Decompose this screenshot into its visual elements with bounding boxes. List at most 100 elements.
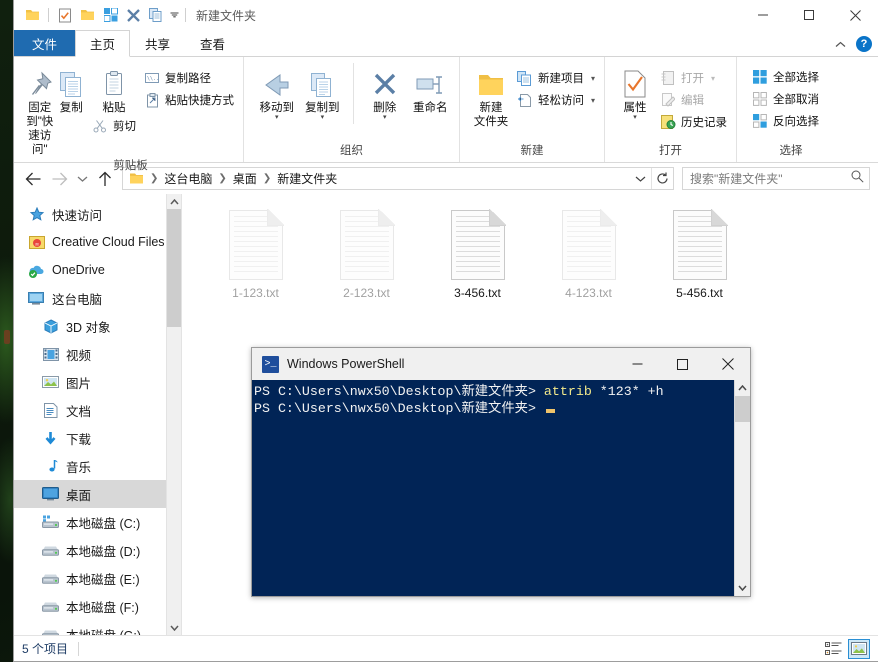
minimize-icon[interactable] xyxy=(740,0,786,30)
sidebar-item-drive-e[interactable]: 本地磁盘 (E:) xyxy=(14,564,181,592)
properties-icon[interactable] xyxy=(53,4,76,26)
sidebar-item-documents[interactable]: 文档 xyxy=(14,396,181,424)
chevron-down-icon[interactable]: ▾ xyxy=(591,96,595,105)
details-view-icon[interactable] xyxy=(822,639,844,659)
powershell-console[interactable]: PS C:\Users\nwx50\Desktop\新建文件夹> attrib … xyxy=(252,380,750,596)
desktop-icon xyxy=(42,486,59,503)
select-all-button[interactable]: 全部选择 xyxy=(749,66,822,88)
chevron-down-icon[interactable] xyxy=(168,4,181,26)
sidebar-item-desktop[interactable]: 桌面 xyxy=(14,480,181,508)
breadcrumb-separator[interactable]: ❯ xyxy=(257,173,277,184)
powershell-icon: >_ xyxy=(262,356,279,373)
scroll-up-arrow-icon[interactable] xyxy=(735,380,750,396)
delete-button[interactable]: 删除 ▾ xyxy=(362,61,408,142)
button-label: 剪切 xyxy=(113,118,136,134)
search-input[interactable]: 搜索"新建文件夹" xyxy=(690,170,851,187)
file-item[interactable]: 5-456.txt xyxy=(644,204,755,319)
sidebar-item-drive-f[interactable]: 本地磁盘 (F:) xyxy=(14,592,181,620)
scroll-down-arrow-icon[interactable] xyxy=(735,580,750,596)
sidebar-item-pictures[interactable]: 图片 xyxy=(14,368,181,396)
new-item-button[interactable]: 新建项目 ▾ xyxy=(514,67,598,89)
copy-icon[interactable] xyxy=(145,4,168,26)
powershell-scrollbar[interactable] xyxy=(734,380,750,596)
tab-share[interactable]: 共享 xyxy=(130,30,185,56)
select-all-icon[interactable] xyxy=(99,4,122,26)
prompt-line-1: PS C:\Users\nwx50\Desktop\新建文件夹> attrib … xyxy=(254,384,664,399)
delete-icon[interactable] xyxy=(122,4,145,26)
sidebar-item-drive-d[interactable]: 本地磁盘 (D:) xyxy=(14,536,181,564)
sidebar-item-quick-access[interactable]: 快速访问 xyxy=(14,200,181,228)
file-item[interactable]: 2-123.txt xyxy=(311,204,422,319)
breadcrumb-item-current[interactable]: 新建文件夹 xyxy=(277,170,337,187)
new-folder-icon[interactable] xyxy=(76,4,99,26)
new-folder-button[interactable]: 新建 文件夹 xyxy=(468,61,514,142)
scrollbar-thumb[interactable] xyxy=(735,396,750,422)
svg-text:\\..: \\.. xyxy=(147,76,159,82)
history-button[interactable]: 历史记录 xyxy=(657,111,730,133)
sidebar-item-3d-objects[interactable]: 3D 对象 xyxy=(14,312,181,340)
search-icon[interactable] xyxy=(851,170,864,188)
sidebar-item-this-pc[interactable]: 这台电脑 xyxy=(14,284,181,312)
open-button[interactable]: 打开 ▾ xyxy=(657,67,730,89)
sidebar-item-creative-cloud-files[interactable]: ∞ Creative Cloud Files xyxy=(14,228,181,256)
sidebar-item-videos[interactable]: 视频 xyxy=(14,340,181,368)
sidebar-item-music[interactable]: 音乐 xyxy=(14,452,181,480)
scroll-down-arrow-icon[interactable] xyxy=(167,620,181,635)
file-item[interactable]: 1-123.txt xyxy=(200,204,311,319)
powershell-title-bar[interactable]: >_ Windows PowerShell xyxy=(252,348,750,380)
paste-button[interactable]: 粘贴 xyxy=(87,61,141,115)
easy-access-button[interactable]: 轻松访问 ▾ xyxy=(514,89,598,111)
file-item[interactable]: 4-123.txt xyxy=(533,204,644,319)
move-to-icon xyxy=(262,65,292,99)
group-label: 新建 xyxy=(460,142,604,162)
pin-icon xyxy=(25,65,55,99)
chevron-down-icon[interactable]: ▾ xyxy=(383,115,387,120)
chevron-down-icon[interactable] xyxy=(629,168,651,189)
close-icon[interactable] xyxy=(705,348,750,380)
large-icons-view-icon[interactable] xyxy=(848,639,870,659)
close-icon[interactable] xyxy=(832,0,878,30)
properties-button[interactable]: 属性 ▾ xyxy=(613,61,657,142)
powershell-window[interactable]: >_ Windows PowerShell PS C:\Users\nwx50\… xyxy=(251,347,751,597)
move-to-button[interactable]: 移动到 ▾ xyxy=(254,61,300,142)
divider xyxy=(78,642,79,656)
sidebar-item-drive-g[interactable]: 本地磁盘 (G:) xyxy=(14,620,181,635)
chevron-down-icon[interactable]: ▾ xyxy=(633,115,637,120)
copy-to-button[interactable]: 复制到 ▾ xyxy=(300,61,346,142)
rename-button[interactable]: 重命名 xyxy=(407,61,453,142)
chevron-down-icon[interactable]: ▾ xyxy=(711,74,715,83)
button-label: 打开 xyxy=(681,70,704,86)
minimize-icon[interactable] xyxy=(615,348,660,380)
scissors-icon xyxy=(92,118,108,134)
sidebar-item-drive-c[interactable]: 本地磁盘 (C:) xyxy=(14,508,181,536)
chevron-down-icon[interactable]: ▾ xyxy=(591,74,595,83)
maximize-icon[interactable] xyxy=(660,348,705,380)
chevron-up-icon[interactable] xyxy=(835,35,846,53)
text-file-icon xyxy=(340,210,394,280)
tab-file[interactable]: 文件 xyxy=(14,30,75,56)
edit-button[interactable]: 编辑 xyxy=(657,89,730,111)
paste-shortcut-button[interactable]: 粘贴快捷方式 xyxy=(141,89,237,111)
sidebar-item-label: Creative Cloud Files xyxy=(52,235,165,249)
tab-view[interactable]: 查看 xyxy=(185,30,240,56)
tab-home[interactable]: 主页 xyxy=(75,30,130,57)
help-icon[interactable]: ? xyxy=(856,36,872,52)
folder-icon[interactable] xyxy=(21,4,44,26)
copy-button[interactable]: 复制 xyxy=(56,61,88,157)
scroll-up-arrow-icon[interactable] xyxy=(167,194,181,209)
chevron-down-icon[interactable]: ▾ xyxy=(321,115,325,120)
pin-to-quick-access-button[interactable]: 固定到"快 速访问" xyxy=(24,61,56,157)
refresh-icon[interactable] xyxy=(651,168,673,189)
copy-path-button[interactable]: \\.. 复制路径 xyxy=(141,67,237,89)
file-item[interactable]: 3-456.txt xyxy=(422,204,533,319)
sidebar-item-onedrive[interactable]: OneDrive xyxy=(14,256,181,284)
select-none-button[interactable]: 全部取消 xyxy=(749,88,822,110)
maximize-icon[interactable] xyxy=(786,0,832,30)
invert-selection-button[interactable]: 反向选择 xyxy=(749,110,822,132)
scrollbar-thumb[interactable] xyxy=(167,209,181,327)
chevron-down-icon[interactable]: ▾ xyxy=(275,115,279,120)
search-box[interactable]: 搜索"新建文件夹" xyxy=(682,167,870,190)
cut-button[interactable]: 剪切 xyxy=(89,115,141,137)
navigation-scrollbar[interactable] xyxy=(166,194,181,635)
sidebar-item-downloads[interactable]: 下载 xyxy=(14,424,181,452)
